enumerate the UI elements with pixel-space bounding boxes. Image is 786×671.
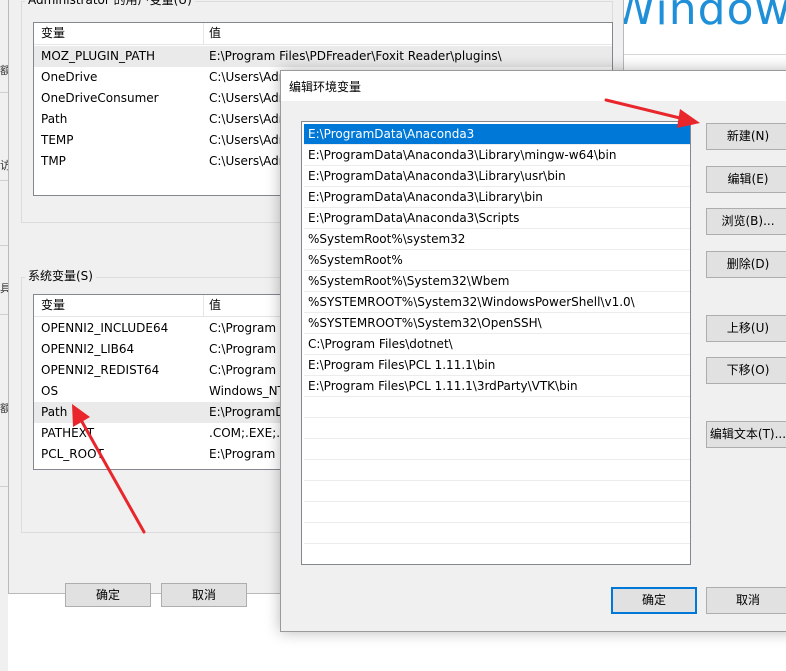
- variable-name: PATHEXT: [41, 426, 95, 440]
- variable-value: C:\Program: [209, 363, 277, 377]
- background-divider: [0, 92, 8, 93]
- variable-name: PCL_ROOT: [41, 447, 104, 461]
- variable-name: MOZ_PLUGIN_PATH: [41, 49, 156, 63]
- column-separator[interactable]: [203, 295, 204, 317]
- move-down-button[interactable]: 下移(O): [706, 357, 786, 384]
- variable-name: TEMP: [41, 133, 74, 147]
- edit-text-button[interactable]: 编辑文本(T)...: [706, 421, 786, 448]
- variable-value: .COM;.EXE;.B: [209, 426, 289, 440]
- move-up-button[interactable]: 上移(U): [706, 315, 786, 342]
- path-entry[interactable]: E:\Program Files\PCL 1.11.1\3rdParty\VTK…: [304, 376, 690, 397]
- variable-name: TMP: [41, 154, 66, 168]
- cancel-button[interactable]: 取消: [706, 587, 786, 614]
- variable-name: OPENNI2_LIB64: [41, 342, 135, 356]
- new-button[interactable]: 新建(N): [706, 123, 786, 150]
- empty-path-slot[interactable]: [304, 460, 690, 481]
- path-entry[interactable]: E:\ProgramData\Anaconda3\Library\usr\bin: [304, 166, 690, 187]
- path-entries-list[interactable]: E:\ProgramData\Anaconda3 E:\ProgramData\…: [301, 121, 691, 565]
- cancel-button[interactable]: 取消: [161, 583, 247, 607]
- variable-value: Windows_NT: [209, 384, 285, 398]
- path-entry[interactable]: %SystemRoot%\System32\Wbem: [304, 271, 690, 292]
- column-header-value[interactable]: 值: [209, 295, 221, 316]
- path-entry[interactable]: E:\Program Files\PCL 1.11.1\bin: [304, 355, 690, 376]
- background-divider: [624, 54, 786, 55]
- background-window-edge: 额 访 具 额: [0, 0, 11, 671]
- path-entry[interactable]: E:\ProgramData\Anaconda3: [304, 124, 690, 145]
- edit-button[interactable]: 编辑(E): [706, 166, 786, 193]
- variable-name: Path: [41, 112, 68, 126]
- path-entry[interactable]: E:\ProgramData\Anaconda3\Library\bin: [304, 187, 690, 208]
- variable-value: C:\Program: [209, 342, 277, 356]
- variable-name: OPENNI2_REDIST64: [41, 363, 160, 377]
- variable-name: OS: [41, 384, 59, 398]
- empty-path-slot[interactable]: [304, 418, 690, 439]
- column-header-value[interactable]: 值: [209, 23, 221, 44]
- empty-path-slot[interactable]: [304, 502, 690, 523]
- browse-button[interactable]: 浏览(B)...: [706, 208, 786, 235]
- ok-button[interactable]: 确定: [611, 587, 697, 614]
- empty-path-slot[interactable]: [304, 397, 690, 418]
- variable-name: Path: [41, 405, 68, 419]
- user-vars-label: Administrator 的用户变量(U): [25, 0, 195, 8]
- column-header-variable[interactable]: 变量: [41, 23, 65, 44]
- variable-name: OPENNI2_INCLUDE64: [41, 321, 169, 335]
- variable-value: C:\Program: [209, 321, 277, 335]
- path-entry[interactable]: %SystemRoot%\system32: [304, 229, 690, 250]
- variable-value: C:\Users\Adr: [209, 91, 284, 105]
- background-divider: [0, 486, 8, 487]
- variable-value: C:\Users\Adr: [209, 154, 284, 168]
- table-row[interactable]: MOZ_PLUGIN_PATH E:\Program Files\PDFread…: [34, 46, 612, 67]
- empty-path-slot[interactable]: [304, 481, 690, 502]
- background-divider: [0, 314, 8, 315]
- user-vars-header: 变量 值: [34, 23, 612, 45]
- path-entry[interactable]: %SYSTEMROOT%\System32\OpenSSH\: [304, 313, 690, 334]
- dialog-title: 编辑环境变量: [289, 80, 362, 94]
- column-header-variable[interactable]: 变量: [41, 295, 65, 316]
- system-vars-label: 系统变量(S): [25, 267, 96, 284]
- variable-value: C:\Users\Adr: [209, 70, 284, 84]
- variable-name: OneDrive: [41, 70, 98, 84]
- column-separator[interactable]: [203, 23, 204, 45]
- variable-value: E:\ProgramD: [209, 405, 285, 419]
- path-entry[interactable]: E:\ProgramData\Anaconda3\Library\mingw-w…: [304, 145, 690, 166]
- ok-button[interactable]: 确定: [65, 583, 151, 607]
- path-entry[interactable]: %SYSTEMROOT%\System32\WindowsPowerShell\…: [304, 292, 690, 313]
- variable-value: C:\Users\Adr: [209, 112, 284, 126]
- background-divider: [0, 180, 8, 181]
- windows-logo-text: Windows: [612, 0, 786, 35]
- path-entry[interactable]: C:\Program Files\dotnet\: [304, 334, 690, 355]
- path-entry[interactable]: E:\ProgramData\Anaconda3\Scripts: [304, 208, 690, 229]
- variable-value: E:\Program Files\PDFreader\Foxit Reader\…: [209, 49, 502, 63]
- variable-value: C:\Users\Adr: [209, 133, 284, 147]
- empty-path-slot[interactable]: [304, 544, 690, 564]
- variable-value: E:\Program: [209, 447, 276, 461]
- edit-environment-variable-dialog: 编辑环境变量 × E:\ProgramData\Anaconda3 E:\Pro…: [280, 70, 786, 632]
- dialog-titlebar[interactable]: 编辑环境变量 ×: [281, 71, 786, 101]
- empty-path-slot[interactable]: [304, 523, 690, 544]
- variable-name: OneDriveConsumer: [41, 91, 159, 105]
- empty-path-slot[interactable]: [304, 439, 690, 460]
- background-divider: [0, 245, 8, 246]
- path-entry[interactable]: %SystemRoot%: [304, 250, 690, 271]
- delete-button[interactable]: 删除(D): [706, 251, 786, 278]
